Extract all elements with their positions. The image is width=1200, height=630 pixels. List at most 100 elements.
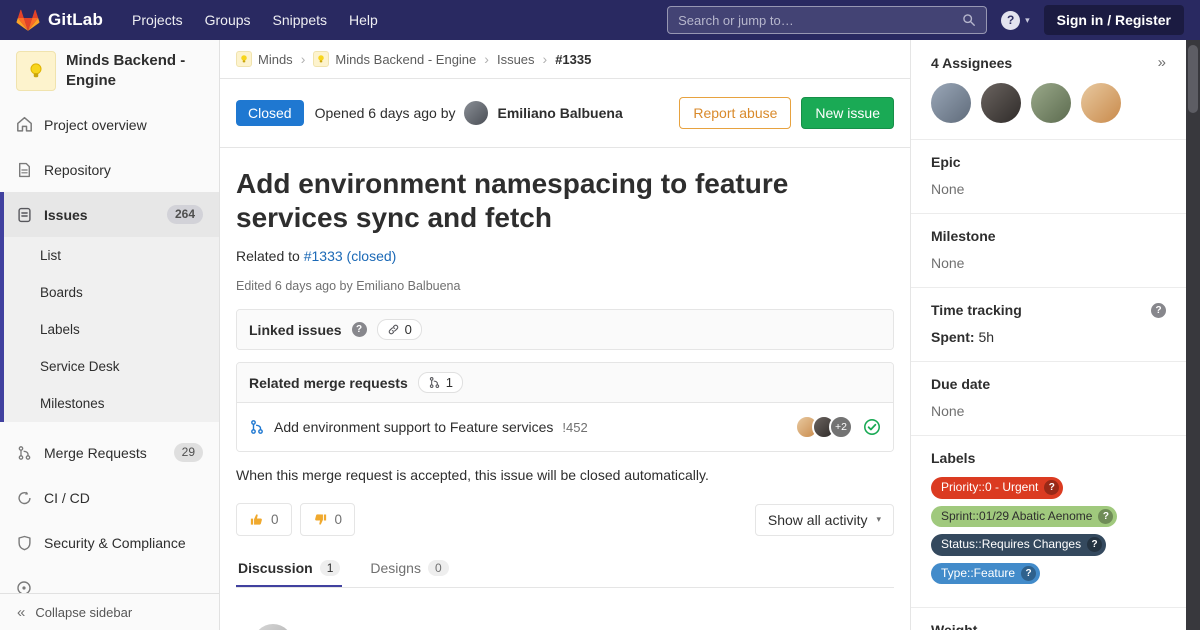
sidebar-item-security-compliance[interactable]: Security & Compliance xyxy=(0,520,219,565)
more-avatars-badge[interactable]: +2 xyxy=(829,415,853,439)
breadcrumb-item-project[interactable]: Minds Backend - Engine xyxy=(313,51,476,67)
label-text: Sprint::01/29 Abatic Aenome xyxy=(941,509,1092,525)
search-input[interactable] xyxy=(678,13,954,28)
time-spent-row: Spent: 5h xyxy=(931,329,1166,345)
sidebar-subitem-boards[interactable]: Boards xyxy=(4,274,219,311)
report-abuse-button[interactable]: Report abuse xyxy=(679,97,791,129)
lightbulb-icon xyxy=(26,61,46,81)
sign-in-register-button[interactable]: Sign in / Register xyxy=(1044,5,1184,35)
related-mrs-count-pill: 1 xyxy=(418,372,463,393)
nav-link-groups[interactable]: Groups xyxy=(194,12,262,28)
sidebar-item-merge-requests[interactable]: Merge Requests 29 xyxy=(0,430,219,475)
sidebar-item-label: Project overview xyxy=(44,117,147,133)
nav-link-snippets[interactable]: Snippets xyxy=(262,12,338,28)
milestone-section: Milestone None xyxy=(911,214,1186,288)
sidebar-item-cicd[interactable]: CI / CD xyxy=(0,475,219,520)
time-tracking-help-icon[interactable]: ? xyxy=(1151,303,1166,318)
award-emoji-row: 0 0 Show all activity ▾ xyxy=(236,503,894,536)
label-list: Priority::0 - Urgent ? Sprint::01/29 Aba… xyxy=(931,477,1166,584)
author-avatar[interactable] xyxy=(464,101,488,125)
pipeline-passed-icon[interactable] xyxy=(863,418,881,436)
merge-request-icon xyxy=(249,419,265,435)
sidebar-subitem-milestones[interactable]: Milestones xyxy=(4,385,219,422)
project-context-header[interactable]: Minds Backend - Engine xyxy=(0,40,219,102)
breadcrumb: Minds › Minds Backend - Engine › Issues … xyxy=(220,40,910,79)
tab-designs[interactable]: Designs 0 xyxy=(368,551,450,587)
sidebar-subitem-service-desk[interactable]: Service Desk xyxy=(4,348,219,385)
assignee-avatar[interactable] xyxy=(1031,83,1071,123)
left-sidebar: Minds Backend - Engine Project overview … xyxy=(0,40,220,630)
comment-avatar-partial xyxy=(253,624,293,630)
scrollbar[interactable] xyxy=(1186,40,1200,630)
related-to-line: Related to #1333 (closed) xyxy=(236,248,894,264)
scoped-label-help-icon[interactable]: ? xyxy=(1021,566,1036,581)
gitlab-home-link[interactable]: GitLab xyxy=(16,9,103,32)
time-tracking-label: Time tracking xyxy=(931,302,1022,318)
shield-icon xyxy=(16,535,33,551)
nav-link-projects[interactable]: Projects xyxy=(121,12,194,28)
related-issue-link[interactable]: #1333 (closed) xyxy=(304,248,397,264)
collapse-sidebar-button[interactable]: « Collapse sidebar xyxy=(0,593,219,630)
sidebar-expand-icon[interactable]: » xyxy=(1158,54,1166,71)
assignees-section: 4 Assignees » xyxy=(911,40,1186,140)
author-name[interactable]: Emiliano Balbuena xyxy=(497,105,622,121)
label-status-requires-changes[interactable]: Status::Requires Changes ? xyxy=(931,534,1106,556)
assignee-avatar[interactable] xyxy=(981,83,1021,123)
assignee-avatars xyxy=(931,83,1166,123)
repository-icon xyxy=(16,162,33,178)
primary-nav: Projects Groups Snippets Help xyxy=(121,12,389,28)
scoped-label-help-icon[interactable]: ? xyxy=(1044,480,1059,495)
nav-link-help[interactable]: Help xyxy=(338,12,389,28)
merge-request-title[interactable]: Add environment support to Feature servi… xyxy=(274,419,553,435)
chevron-down-icon: ▾ xyxy=(1025,15,1030,26)
scoped-label-help-icon[interactable]: ? xyxy=(1098,509,1113,524)
scoped-label-help-icon[interactable]: ? xyxy=(1087,537,1102,552)
label-type-feature[interactable]: Type::Feature ? xyxy=(931,563,1040,585)
breadcrumb-item-issues[interactable]: Issues xyxy=(497,52,535,67)
merge-request-icon xyxy=(428,376,441,389)
activity-filter-dropdown[interactable]: Show all activity ▾ xyxy=(755,504,894,536)
breadcrumb-separator: › xyxy=(301,51,306,67)
breadcrumb-item-group[interactable]: Minds xyxy=(236,51,293,67)
thumbs-down-button[interactable]: 0 xyxy=(300,503,356,536)
assignee-avatar[interactable] xyxy=(1081,83,1121,123)
sidebar-item-project-overview[interactable]: Project overview xyxy=(0,102,219,147)
thumbs-up-button[interactable]: 0 xyxy=(236,503,292,536)
gitlab-tanuki-icon xyxy=(16,9,40,32)
sidebar-item-issues[interactable]: Issues 264 xyxy=(4,192,219,237)
sidebar-item-label: Security & Compliance xyxy=(44,535,186,551)
linked-issues-count-pill[interactable]: 0 xyxy=(377,319,422,340)
breadcrumb-label: Minds xyxy=(258,52,293,67)
merge-request-row[interactable]: Add environment support to Feature servi… xyxy=(237,403,893,451)
cicd-icon xyxy=(16,490,33,506)
help-dropdown[interactable]: ? ▾ xyxy=(1001,11,1030,30)
issue-main-content: Minds › Minds Backend - Engine › Issues … xyxy=(220,40,910,630)
sidebar-subitem-list[interactable]: List xyxy=(4,237,219,274)
chevron-down-icon: ▾ xyxy=(876,514,881,525)
merge-request-meta: +2 xyxy=(795,415,881,439)
lightbulb-icon xyxy=(316,54,326,64)
assignee-avatar[interactable] xyxy=(931,83,971,123)
label-sprint[interactable]: Sprint::01/29 Abatic Aenome ? xyxy=(931,506,1117,528)
opened-text: Opened 6 days ago by xyxy=(315,105,456,121)
new-issue-button[interactable]: New issue xyxy=(801,97,894,129)
scrollbar-thumb[interactable] xyxy=(1188,45,1198,113)
label-priority-urgent[interactable]: Priority::0 - Urgent ? xyxy=(931,477,1063,499)
help-question-icon[interactable]: ? xyxy=(352,322,367,337)
auto-close-note: When this merge request is accepted, thi… xyxy=(236,467,894,483)
epic-label: Epic xyxy=(931,154,1166,170)
time-tracking-section: Time tracking ? Spent: 5h xyxy=(911,288,1186,362)
search-icon xyxy=(962,13,976,27)
spent-value: 5h xyxy=(978,329,994,345)
issue-right-sidebar: 4 Assignees » Epic None Milestone None T… xyxy=(910,40,1186,630)
sidebar-item-label: Issues xyxy=(44,207,88,223)
help-icon: ? xyxy=(1001,11,1020,30)
linked-issues-title: Linked issues xyxy=(249,322,342,338)
milestone-value: None xyxy=(931,255,1166,271)
sidebar-subitem-labels[interactable]: Labels xyxy=(4,311,219,348)
sidebar-item-repository[interactable]: Repository xyxy=(0,147,219,192)
linked-issues-box: Linked issues ? 0 xyxy=(236,309,894,350)
lightbulb-icon xyxy=(239,54,249,64)
tab-label: Designs xyxy=(370,560,421,576)
tab-discussion[interactable]: Discussion 1 xyxy=(236,551,342,587)
